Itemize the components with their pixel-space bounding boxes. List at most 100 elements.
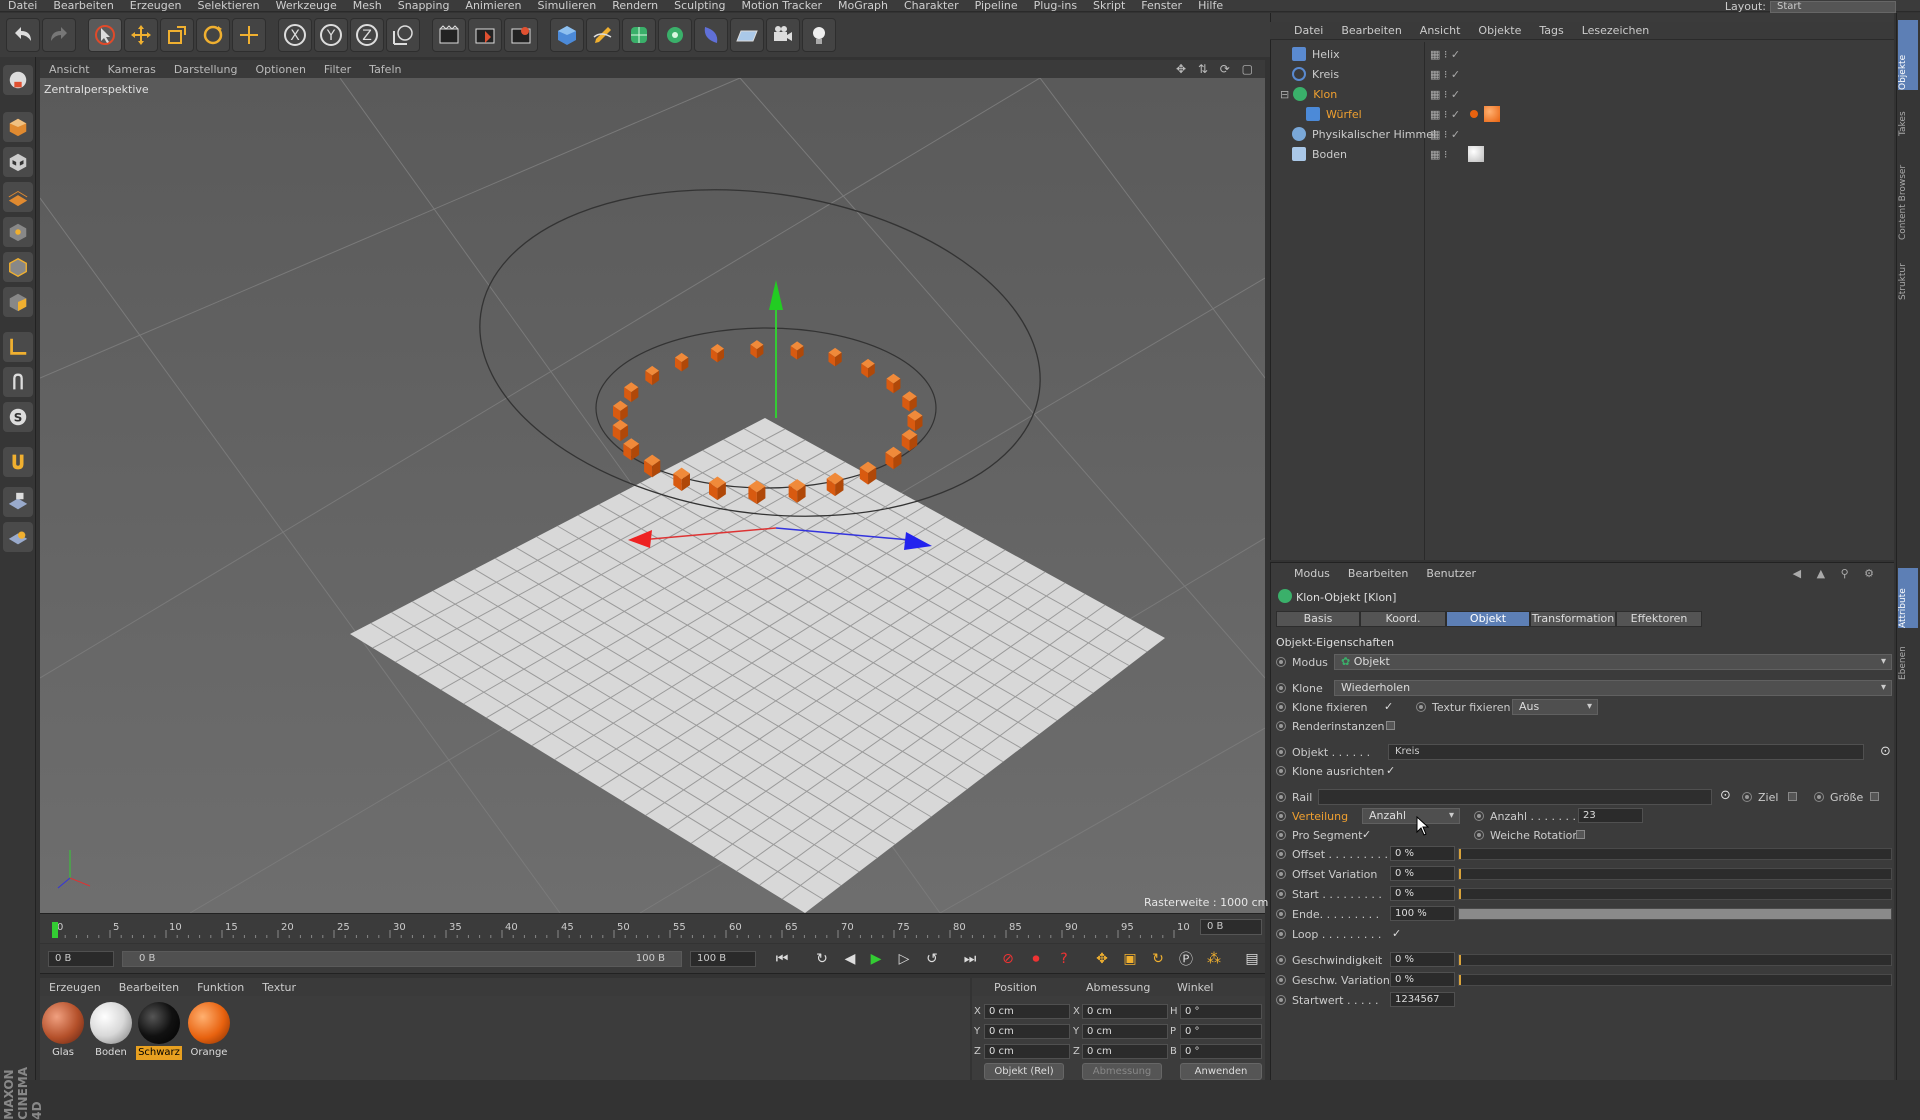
step-forward-icon[interactable]: ▷ xyxy=(892,948,916,970)
menu-motion-tracker[interactable]: Motion Tracker xyxy=(734,0,830,12)
key-rotation-icon[interactable]: ↻ xyxy=(1146,948,1170,970)
snap-icon[interactable]: S xyxy=(3,402,33,432)
subdivision-icon[interactable] xyxy=(622,18,656,52)
grid-soft-icon[interactable] xyxy=(3,522,33,552)
visibility-toggles[interactable]: ▦ ⁝ ✓ xyxy=(1430,68,1460,81)
geschw-variation-field[interactable]: 0 % xyxy=(1390,972,1455,987)
attr-menu-benutzer[interactable]: Benutzer xyxy=(1417,567,1485,580)
floor-icon[interactable] xyxy=(730,18,764,52)
model-mode-icon[interactable] xyxy=(3,112,33,142)
apply-button[interactable]: Anwenden xyxy=(1180,1063,1262,1080)
step-back-icon[interactable]: ◀ xyxy=(838,948,862,970)
angle-b-field[interactable]: 0 ° xyxy=(1180,1044,1262,1059)
menu-fenster[interactable]: Fenster xyxy=(1133,0,1190,12)
object-row-boden[interactable]: Boden ▦ ⁝ xyxy=(1272,144,1894,164)
animation-dot[interactable] xyxy=(1276,889,1286,899)
position-y-field[interactable]: 0 cm xyxy=(984,1024,1070,1039)
coordinate-system-icon[interactable] xyxy=(386,18,420,52)
ende-field[interactable]: 100 % xyxy=(1390,906,1455,921)
3d-viewport[interactable] xyxy=(40,78,1265,913)
animation-dot[interactable] xyxy=(1814,792,1824,802)
record-icon[interactable]: ⊘ xyxy=(996,948,1020,970)
tweak-mode-icon[interactable] xyxy=(3,367,33,397)
menu-werkzeuge[interactable]: Werkzeuge xyxy=(268,0,345,12)
animation-dot[interactable] xyxy=(1276,929,1286,939)
ende-slider[interactable] xyxy=(1458,908,1892,920)
tab-transformation[interactable]: Transformation xyxy=(1530,611,1616,627)
object-row-helix[interactable]: Helix ▦ ⁝ ✓ xyxy=(1272,44,1894,64)
undo-icon[interactable] xyxy=(6,18,40,52)
object-row-klon[interactable]: ⊟ Klon ▦ ⁝ ✓ xyxy=(1272,84,1894,104)
object-row-himmel[interactable]: Physikalischer Himmel ▦ ⁝ ✓ xyxy=(1272,124,1894,144)
loop-icon[interactable]: ↻ xyxy=(810,948,834,970)
animation-dot[interactable] xyxy=(1276,811,1286,821)
material-schwarz[interactable]: Schwarz xyxy=(136,1002,182,1060)
make-editable-icon[interactable] xyxy=(3,65,33,95)
vp-menu-ansicht[interactable]: Ansicht xyxy=(40,63,99,76)
points-mode-icon[interactable] xyxy=(3,217,33,247)
menu-mesh[interactable]: Mesh xyxy=(345,0,390,12)
render-picture-icon[interactable] xyxy=(468,18,502,52)
animation-dot[interactable] xyxy=(1276,909,1286,919)
obj-menu-bearbeiten[interactable]: Bearbeiten xyxy=(1332,24,1410,37)
key-pla-icon[interactable]: ⁂ xyxy=(1202,948,1226,970)
obj-menu-ansicht[interactable]: Ansicht xyxy=(1411,24,1470,37)
scale-icon[interactable] xyxy=(160,18,194,52)
end-frame-field[interactable]: 100 B xyxy=(690,951,756,967)
frame-range-slider[interactable]: 0 B 100 B xyxy=(122,951,682,967)
repeat-icon[interactable]: ↺ xyxy=(920,948,944,970)
timeline-ruler[interactable]: 0 5 10 15 20 25 30 35 40 45 50 55 60 65 70 75 80 85 90 95 10… xyxy=(50,922,1190,938)
groesse-checkbox[interactable] xyxy=(1870,792,1879,801)
verteilung-dropdown[interactable]: Anzahl xyxy=(1362,808,1460,824)
menu-rendern[interactable]: Rendern xyxy=(604,0,666,12)
ziel-checkbox[interactable] xyxy=(1788,792,1797,801)
klone-dropdown[interactable]: Wiederholen xyxy=(1334,680,1892,696)
size-x-field[interactable]: 0 cm xyxy=(1082,1004,1168,1019)
obj-menu-objekte[interactable]: Objekte xyxy=(1469,24,1530,37)
key-position-icon[interactable]: ✥ xyxy=(1090,948,1114,970)
animation-dot[interactable] xyxy=(1276,830,1286,840)
tab-effektoren[interactable]: Effektoren xyxy=(1616,611,1702,627)
current-frame-field[interactable]: 0 B xyxy=(1200,919,1262,935)
animation-dot[interactable] xyxy=(1276,955,1286,965)
tab-ebenen[interactable]: Ebenen xyxy=(1898,634,1918,680)
tab-basis[interactable]: Basis xyxy=(1276,611,1360,627)
coord-mode-dropdown[interactable]: Objekt (Rel) xyxy=(984,1063,1064,1080)
object-row-wuerfel[interactable]: Würfel ▦ ⁝ ✓ xyxy=(1272,104,1894,124)
obj-menu-datei[interactable]: Datei xyxy=(1270,24,1332,37)
collapse-icon[interactable]: ⊟ xyxy=(1280,88,1289,101)
tab-content-browser[interactable]: Content Browser xyxy=(1898,140,1918,240)
geschwindigkeit-slider[interactable] xyxy=(1458,954,1892,966)
pen-icon[interactable] xyxy=(586,18,620,52)
pro-segment-checkbox[interactable]: ✓ xyxy=(1362,829,1372,840)
attr-menu-bearbeiten[interactable]: Bearbeiten xyxy=(1339,567,1417,580)
viewport-nav-icons[interactable]: ✥ ⇅ ⟳ ▢ xyxy=(1176,62,1257,76)
mat-menu-bearbeiten[interactable]: Bearbeiten xyxy=(110,981,188,994)
renderinstanzen-checkbox[interactable] xyxy=(1386,721,1395,730)
animation-dot[interactable] xyxy=(1276,849,1286,859)
cube-icon[interactable] xyxy=(550,18,584,52)
visibility-toggles[interactable]: ▦ ⁝ ✓ xyxy=(1430,88,1460,101)
animation-dot[interactable] xyxy=(1276,766,1286,776)
tag-icon[interactable] xyxy=(1470,110,1478,118)
menu-charakter[interactable]: Charakter xyxy=(896,0,967,12)
go-to-start-icon[interactable]: ⏮ xyxy=(770,948,794,970)
play-icon[interactable]: ▶ xyxy=(864,948,888,970)
geschw-variation-slider[interactable] xyxy=(1458,974,1892,986)
polygons-mode-icon[interactable] xyxy=(3,287,33,317)
animation-dot[interactable] xyxy=(1474,811,1484,821)
objekt-link-field[interactable]: Kreis xyxy=(1388,744,1864,760)
material-tag-icon[interactable] xyxy=(1468,146,1484,162)
add-icon[interactable] xyxy=(232,18,266,52)
menu-plugins[interactable]: Plug-ins xyxy=(1026,0,1085,12)
material-orange[interactable]: Orange xyxy=(186,1002,232,1060)
tab-attribute[interactable]: Attribute xyxy=(1898,568,1918,628)
cloner-icon[interactable] xyxy=(658,18,692,52)
animation-dot[interactable] xyxy=(1276,657,1286,667)
menu-skript[interactable]: Skript xyxy=(1085,0,1133,12)
pick-object-icon[interactable]: ⊙ xyxy=(1880,744,1891,759)
magnet-icon[interactable] xyxy=(3,447,33,477)
attr-menu-modus[interactable]: Modus xyxy=(1270,567,1339,580)
angle-p-field[interactable]: 0 ° xyxy=(1180,1024,1262,1039)
menu-sculpting[interactable]: Sculpting xyxy=(666,0,733,12)
